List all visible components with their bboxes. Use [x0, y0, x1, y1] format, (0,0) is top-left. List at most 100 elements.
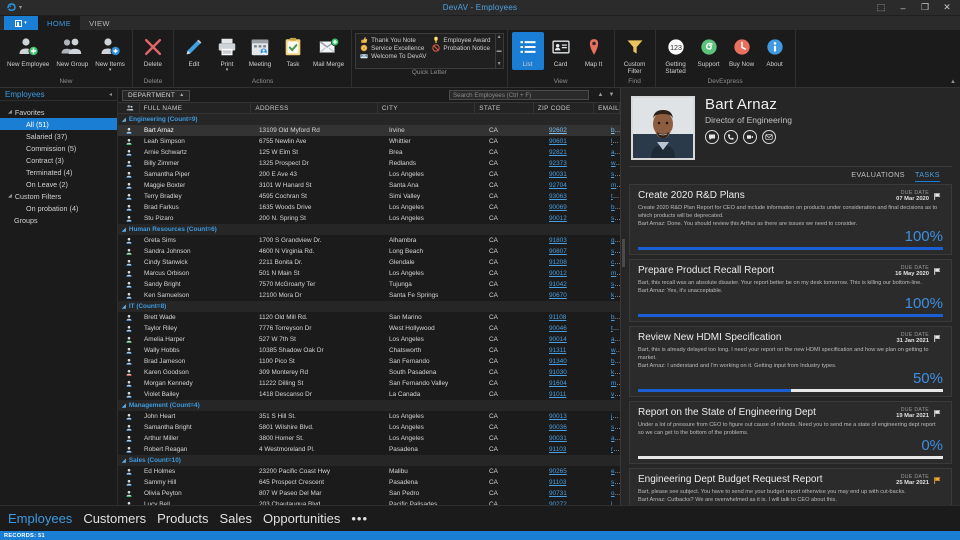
- table-row[interactable]: Bart Arnaz13109 Old Myford RdIrvineCA926…: [118, 125, 620, 136]
- cell-email[interactable]: taylorr@dx-email.com: [607, 325, 620, 332]
- gallery-item-service-excellence[interactable]: Service Excellence: [360, 44, 426, 52]
- sidebar-item-contract[interactable]: Contract (3): [0, 154, 117, 166]
- cell-email[interactable]: sammyh@dx-email.com: [607, 479, 620, 486]
- sidebar-group-favorites[interactable]: ◢ Favorites: [0, 106, 117, 118]
- sidebar-collapse-icon[interactable]: ◂: [109, 91, 112, 98]
- new-employee-button[interactable]: New Employee: [4, 32, 52, 70]
- tab-view[interactable]: VIEW: [80, 16, 119, 30]
- flag-icon[interactable]: [932, 265, 943, 276]
- column-header-icon[interactable]: [118, 103, 140, 113]
- restore-button[interactable]: ❐: [914, 0, 936, 15]
- table-row[interactable]: Sammy Hill645 Prospect CrescentPasadenaC…: [118, 477, 620, 488]
- buy-now-button[interactable]: Buy Now: [726, 32, 758, 70]
- table-row[interactable]: Cindy Stanwick2211 Bonita Dr.GlendaleCA9…: [118, 257, 620, 268]
- new-items-button[interactable]: New Items ▾: [92, 32, 128, 74]
- table-row[interactable]: Greta Sims1700 S Grandview Dr.AlhambraCA…: [118, 235, 620, 246]
- cell-zip-code[interactable]: 90012: [545, 270, 607, 277]
- task-card[interactable]: Review New HDMI SpecificationDUE DATE31 …: [629, 326, 952, 397]
- support-button[interactable]: Support: [693, 32, 725, 70]
- flag-icon[interactable]: [932, 190, 943, 201]
- task-list[interactable]: Create 2020 R&D PlansDUE DATE07 Mar 2020…: [621, 184, 960, 505]
- cell-email[interactable]: leahs@dx-email.com: [607, 138, 620, 145]
- cell-email[interactable]: terryb@dx-email.com: [607, 193, 620, 200]
- cell-email[interactable]: bradleyj@dx-email.com: [607, 358, 620, 365]
- cell-email[interactable]: marcuso@dx-email.com: [607, 270, 620, 277]
- task-list-scrollbar[interactable]: [622, 239, 625, 267]
- find-prev-icon[interactable]: ▲: [596, 92, 605, 98]
- table-row[interactable]: Marcus Orbison501 N Main StLos AngelesCA…: [118, 268, 620, 279]
- cell-zip-code[interactable]: 91108: [545, 314, 607, 321]
- cell-email[interactable]: samanthap@dx-email.com: [607, 171, 620, 178]
- flag-icon[interactable]: [932, 474, 943, 485]
- table-row[interactable]: Samantha Bright5801 Wilshire Blvd.Los An…: [118, 422, 620, 433]
- gallery-item-welcome-to-devav[interactable]: Welcome To DevAV: [360, 52, 426, 60]
- video-call-icon[interactable]: [743, 130, 757, 144]
- cell-email[interactable]: margaretb@dx-email.com: [607, 182, 620, 189]
- cell-zip-code[interactable]: 90046: [545, 325, 607, 332]
- mail-merge-button[interactable]: Mail Merge: [310, 32, 347, 70]
- column-header-full-name[interactable]: FULL NAME: [140, 103, 252, 113]
- delete-button[interactable]: Delete: [137, 32, 169, 70]
- cell-zip-code[interactable]: 90670: [545, 292, 607, 299]
- cell-zip-code[interactable]: 90014: [545, 336, 607, 343]
- grid-group-row[interactable]: ◢Management (Count=4): [118, 400, 620, 411]
- nav-customers[interactable]: Customers: [83, 511, 146, 526]
- gallery-scroll-up-icon[interactable]: ▲: [497, 35, 502, 40]
- table-row[interactable]: Karen Goodson309 Monterey RdSouth Pasade…: [118, 367, 620, 378]
- cell-email[interactable]: kenb@dx-email.com: [607, 292, 620, 299]
- cell-zip-code[interactable]: 91340: [545, 358, 607, 365]
- chat-icon[interactable]: [705, 130, 719, 144]
- task-card[interactable]: Prepare Product Recall ReportDUE DATE16 …: [629, 259, 952, 322]
- cell-email[interactable]: robertr@dx-email.com: [607, 446, 620, 453]
- column-header-zip-code[interactable]: ZIP CODE: [534, 103, 594, 113]
- cell-zip-code[interactable]: 90012: [545, 215, 607, 222]
- table-row[interactable]: Violet Bailey1418 Descanso DrLa CanadaCA…: [118, 389, 620, 400]
- print-dropdown-icon[interactable]: ▾: [226, 68, 229, 72]
- cell-email[interactable]: samanthab@dx-email.com: [607, 424, 620, 431]
- nav-employees[interactable]: Employees: [8, 511, 72, 526]
- flag-icon[interactable]: [932, 332, 943, 343]
- expander-icon[interactable]: ◢: [122, 403, 126, 409]
- cell-zip-code[interactable]: 93063: [545, 193, 607, 200]
- print-button[interactable]: Print ▾: [211, 32, 243, 74]
- grid-group-row[interactable]: ◢Human Resources (Count=6): [118, 224, 620, 235]
- expander-icon[interactable]: ◢: [122, 304, 126, 310]
- cell-email[interactable]: violetb@dx-email.com: [607, 391, 620, 398]
- meeting-button[interactable]: Meeting: [244, 32, 276, 70]
- cell-email[interactable]: williamz@dx-email.com: [607, 160, 620, 167]
- cell-zip-code[interactable]: 91803: [545, 237, 607, 244]
- table-row[interactable]: Ed Holmes23200 Pacific Coast HwyMalibuCA…: [118, 466, 620, 477]
- new-group-button[interactable]: New Group: [53, 32, 91, 70]
- cell-zip-code[interactable]: 90013: [545, 413, 607, 420]
- column-header-address[interactable]: ADDRESS: [251, 103, 377, 113]
- cell-zip-code[interactable]: 91208: [545, 259, 607, 266]
- table-row[interactable]: Brad Jameson1100 Pico StSan FernandoCA91…: [118, 356, 620, 367]
- task-card[interactable]: Report on the State of Engineering DeptD…: [629, 401, 952, 464]
- table-row[interactable]: Terry Bradley4595 Cochran StSimi ValleyC…: [118, 191, 620, 202]
- email-icon[interactable]: [762, 130, 776, 144]
- cell-email[interactable]: wallyh@dx-email.com: [607, 347, 620, 354]
- edit-button[interactable]: Edit: [178, 32, 210, 70]
- table-row[interactable]: Sandra Johnson4600 N Virginia Rd.Long Be…: [118, 246, 620, 257]
- table-row[interactable]: Stu Pizaro200 N. Spring StLos AngelesCA9…: [118, 213, 620, 224]
- gallery-item-employee-award[interactable]: Employee Award: [432, 36, 490, 44]
- custom-filter-button[interactable]: Custom Filter: [619, 32, 651, 77]
- table-row[interactable]: Arthur Miller3800 Homer St.Los AngelesCA…: [118, 433, 620, 444]
- sidebar-item-all[interactable]: All (51): [0, 118, 117, 130]
- sidebar-group-custom-filters[interactable]: ◢ Custom Filters: [0, 190, 117, 202]
- cell-email[interactable]: ameliah@dx-email.com: [607, 336, 620, 343]
- ribbon-collapse-button[interactable]: ▲: [950, 79, 956, 85]
- gallery-scroll-down-icon[interactable]: ▼: [497, 62, 502, 67]
- table-row[interactable]: Amelia Harper527 W 7th StLos AngelesCA90…: [118, 334, 620, 345]
- column-header-state[interactable]: STATE: [475, 103, 533, 113]
- cell-zip-code[interactable]: 90069: [545, 204, 607, 211]
- cell-email[interactable]: edwardh@dx-email.com: [607, 468, 620, 475]
- quick-letter-gallery[interactable]: Thank You Note Employee Award Service Ex…: [355, 33, 503, 69]
- expander-icon[interactable]: ◢: [122, 117, 126, 123]
- column-header-email[interactable]: EMAIL: [594, 103, 620, 113]
- flag-icon[interactable]: [932, 407, 943, 418]
- table-row[interactable]: Billy Zimmer1325 Prospect DrRedlandsCA92…: [118, 158, 620, 169]
- new-items-dropdown-icon[interactable]: ▾: [109, 68, 112, 72]
- quick-access-toolbar[interactable]: ▾: [4, 16, 38, 30]
- grid-group-row[interactable]: ◢Engineering (Count=9): [118, 114, 620, 125]
